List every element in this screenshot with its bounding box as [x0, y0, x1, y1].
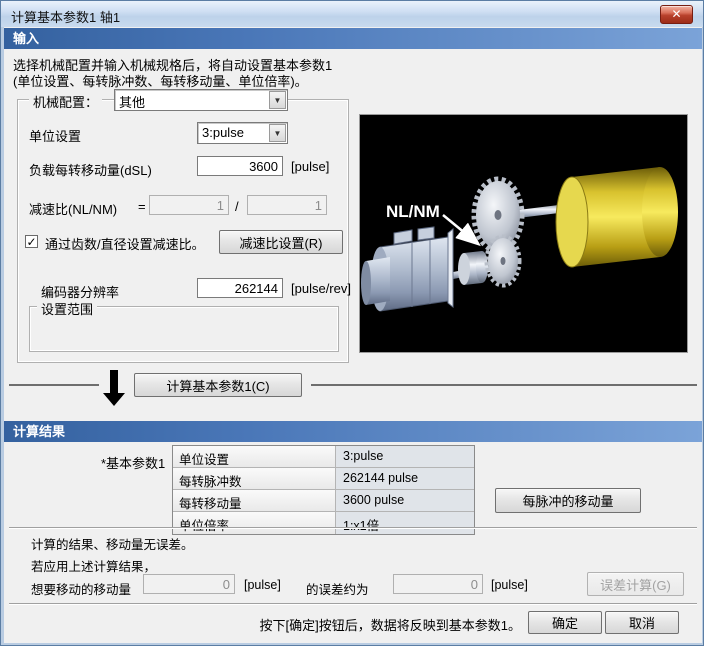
result-table: 单位设置 3:pulse 每转脉冲数 262144 pulse 每转移动量 36…: [172, 445, 475, 535]
table-row: 每转脉冲数 262144 pulse: [173, 468, 474, 490]
unit-setting-select[interactable]: 3:pulse ▼: [197, 122, 288, 144]
travel-per-rev-label: 负载每转移动量(dSL): [29, 160, 152, 179]
reduction-ratio-settings-button[interactable]: 减速比设置(R): [219, 230, 343, 254]
error-about-label: 的误差约为: [306, 579, 369, 598]
checkmark-icon: ✓: [26, 235, 36, 249]
no-error-text: 计算的结果、移动量无误差。: [31, 534, 194, 553]
reduction-ratio-label: 减速比(NL/NM): [29, 199, 117, 218]
row-name: 单位设置: [173, 446, 336, 467]
cancel-button[interactable]: 取消: [605, 611, 679, 634]
separator: [9, 603, 697, 605]
footer-note: 按下[确定]按钮后，数据将反映到基本参数1。: [251, 615, 521, 634]
dialog-window: 计算基本参数1 轴1 ✕ 输入 选择机械配置并输入机械规格后，将自动设置基本参数…: [0, 0, 704, 646]
row-name: 每转移动量: [173, 490, 336, 511]
ok-button[interactable]: 确定: [528, 611, 602, 634]
nl-nm-label: NL/NM: [386, 202, 440, 221]
down-arrow-head: [103, 393, 125, 406]
divider-left: [9, 384, 99, 386]
row-value: 3600 pulse: [336, 490, 474, 511]
chevron-down-icon[interactable]: ▼: [269, 124, 286, 142]
row-value: 262144 pulse: [336, 468, 474, 489]
gear-ratio-checkbox[interactable]: ✓: [25, 235, 38, 248]
description-line2: (单位设置、每转脉冲数、每转移动量、单位倍率)。: [13, 71, 308, 90]
error-calc-button: 误差计算(G): [587, 572, 684, 596]
down-arrow-icon: [110, 370, 118, 393]
encoder-resolution-input[interactable]: [197, 278, 283, 298]
travel-amount-input: [143, 574, 235, 594]
row-value: 3:pulse: [336, 446, 474, 467]
reduction-ratio-numerator-input: [149, 195, 229, 215]
table-row: 单位设置 3:pulse: [173, 446, 474, 468]
calculate-basic-param-button[interactable]: 计算基本参数1(C): [134, 373, 302, 397]
travel-per-pulse-button[interactable]: 每脉冲的移动量: [495, 488, 641, 513]
machine-config-value: 其他: [119, 92, 145, 111]
error-value-input: [393, 574, 483, 594]
row-value: 1:x1倍: [336, 512, 474, 534]
motor-gear-image: NL/NM: [360, 115, 687, 352]
table-row: 每转移动量 3600 pulse: [173, 490, 474, 512]
row-name: 单位倍率: [173, 512, 336, 534]
unit-setting-value: 3:pulse: [202, 125, 244, 140]
apply-result-text: 若应用上述计算结果，: [31, 556, 156, 575]
divider-right: [311, 384, 697, 386]
title-bar[interactable]: 计算基本参数1 轴1 ✕: [1, 1, 704, 27]
travel-amount-label: 想要移动的移动量: [31, 579, 131, 598]
table-row: 单位倍率 1:x1倍: [173, 512, 474, 534]
input-section-header: 输入: [4, 28, 702, 49]
machine-config-label: 机械配置：: [29, 92, 102, 111]
unit-setting-label: 单位设置: [29, 126, 81, 145]
reduction-ratio-equals: =: [138, 199, 146, 214]
travel-amount-unit: [pulse]: [244, 578, 281, 592]
machine-illustration: NL/NM: [359, 114, 688, 353]
travel-per-rev-input[interactable]: [197, 156, 283, 176]
basic-param-label: *基本参数1: [101, 453, 165, 472]
machine-config-select[interactable]: 其他 ▼: [114, 89, 288, 111]
close-icon[interactable]: ✕: [660, 5, 693, 24]
result-section-header: 计算结果: [4, 421, 702, 442]
reduction-ratio-denominator-input: [247, 195, 327, 215]
window-title: 计算基本参数1 轴1: [11, 7, 120, 26]
reduction-ratio-slash: /: [235, 199, 239, 214]
separator: [9, 527, 697, 529]
encoder-resolution-unit: [pulse/rev]: [291, 281, 351, 296]
travel-per-rev-unit: [pulse]: [291, 159, 329, 174]
row-name: 每转脉冲数: [173, 468, 336, 489]
error-value-unit: [pulse]: [491, 578, 528, 592]
setting-range-label: 设置范围: [37, 299, 97, 318]
chevron-down-icon[interactable]: ▼: [269, 91, 286, 109]
gear-ratio-checkbox-label: 通过齿数/直径设置减速比。: [45, 234, 205, 253]
